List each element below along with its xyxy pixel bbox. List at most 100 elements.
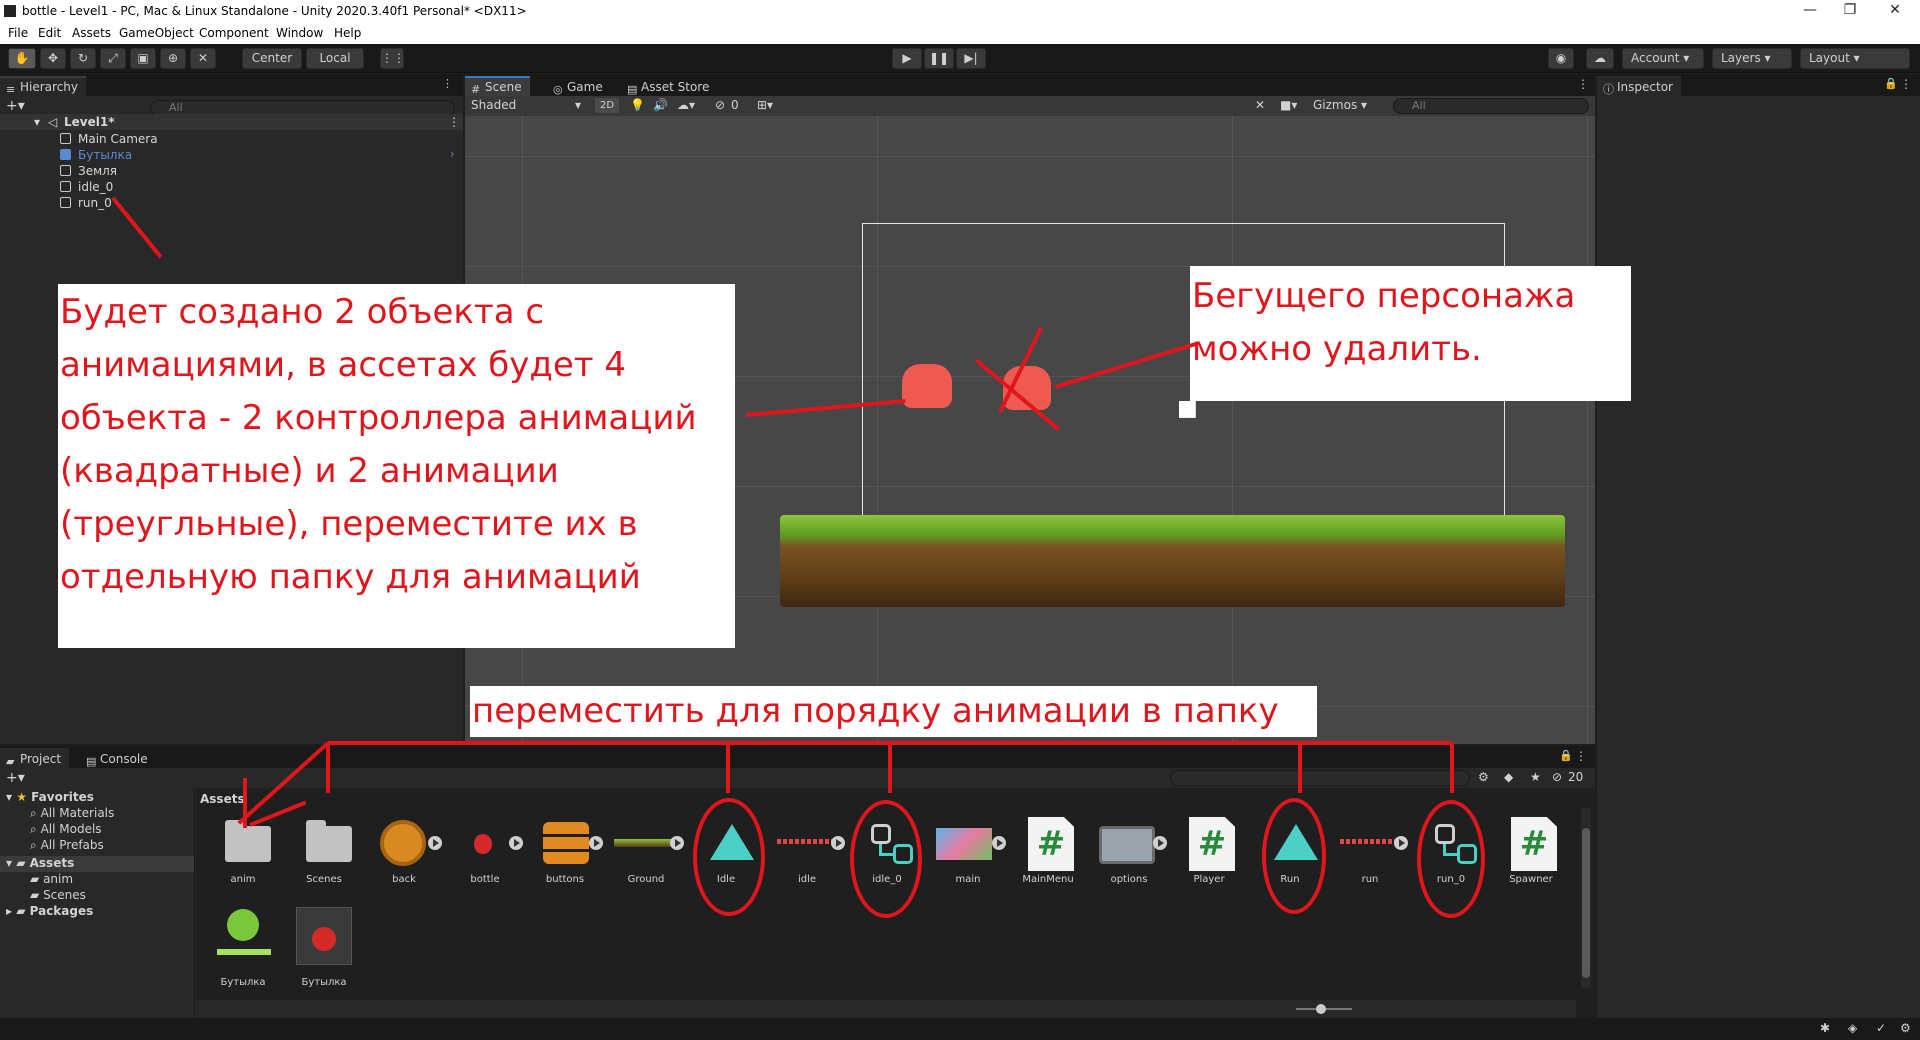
tab-asset-store[interactable]: ▤ Asset Store (621, 76, 717, 96)
rect-tool-icon[interactable]: ▣ (130, 48, 156, 69)
close-button[interactable]: ✕ (1880, 2, 1910, 18)
asset-bottle[interactable]: bottle (447, 812, 523, 902)
create-icon[interactable]: +▾ (6, 770, 25, 786)
scene-row[interactable]: ▾ ◁ Level1* ⋮ (0, 114, 463, 130)
asset-idle[interactable]: idle (769, 812, 845, 902)
tools-icon[interactable]: ✕ (1255, 98, 1265, 112)
account-dropdown[interactable]: Account ▾ (1622, 48, 1704, 69)
expand-icon[interactable] (509, 836, 523, 850)
hierarchy-item[interactable]: Main Camera (0, 131, 463, 147)
tab-inspector[interactable]: ⓘ Inspector (1597, 76, 1681, 96)
hierarchy-item[interactable]: idle_0 (0, 179, 463, 195)
lock-icon[interactable]: 🔒 (1884, 77, 1898, 90)
favorite-item[interactable]: ⌕ All Prefabs (30, 838, 104, 853)
check-icon[interactable]: ✓ (1876, 1021, 1886, 1035)
menu-edit[interactable]: Edit (38, 26, 61, 40)
rotate-tool-icon[interactable]: ↻ (70, 48, 96, 69)
custom-tool-icon[interactable]: ✕ (190, 48, 216, 69)
folder-item[interactable]: ▰ anim (30, 872, 73, 886)
menu-gameobject[interactable]: GameObject (119, 26, 194, 40)
shading-dropdown[interactable]: Shaded ▾ (467, 97, 585, 114)
project-search-input[interactable] (1170, 770, 1470, 786)
gizmos-dropdown[interactable]: Gizmos ▾ (1311, 97, 1381, 114)
transform-tool-icon[interactable]: ⊕ (160, 48, 186, 69)
asset-script-mainmenu[interactable]: # MainMenu (1010, 812, 1086, 902)
asset-script-player[interactable]: # Player (1171, 812, 1247, 902)
move-tool-icon[interactable]: ✥ (40, 48, 66, 69)
hierarchy-item[interactable]: Бутылка › (0, 147, 463, 163)
minimize-button[interactable]: — (1795, 2, 1825, 18)
play-button[interactable]: ▶ (892, 48, 922, 69)
asset-script-spawner[interactable]: # Spawner (1493, 812, 1569, 902)
hierarchy-item[interactable]: run_0 (0, 195, 463, 211)
menu-window[interactable]: Window (276, 26, 323, 40)
ground-sprite[interactable] (780, 515, 1565, 607)
zoom-slider-handle[interactable] (1316, 1004, 1326, 1014)
chevron-right-icon[interactable]: › (450, 147, 455, 161)
maximize-button[interactable]: ❐ (1835, 2, 1865, 18)
more-icon[interactable]: ⋮ (1900, 77, 1912, 91)
folder-item[interactable]: ▰ Scenes (30, 888, 86, 902)
more-icon[interactable]: ⋮ (1577, 77, 1589, 91)
asset-main[interactable]: main (930, 812, 1006, 902)
menu-help[interactable]: Help (334, 26, 361, 40)
filter-type-icon[interactable]: ⚙ (1478, 770, 1489, 784)
expand-icon[interactable] (1394, 836, 1408, 850)
assets-node[interactable]: ▾ ▰ Assets (0, 856, 194, 872)
step-button[interactable]: ▶| (956, 48, 986, 69)
asset-back[interactable]: back (366, 812, 442, 902)
light-icon[interactable]: 💡 (630, 98, 645, 112)
expand-icon[interactable] (428, 836, 442, 850)
hierarchy-item[interactable]: Земля (0, 163, 463, 179)
visibility-icon[interactable]: ⊘ (715, 98, 725, 112)
expand-icon[interactable] (1153, 836, 1167, 850)
audio-icon[interactable]: 🔊 (653, 98, 668, 112)
2d-toggle[interactable]: 2D (595, 98, 619, 113)
scene-search-input[interactable]: All (1393, 98, 1589, 114)
asset-prefab-bottle[interactable]: Бутылка (286, 905, 362, 997)
expand-icon[interactable] (831, 836, 845, 850)
asset-run[interactable]: run (1332, 812, 1408, 902)
layout-dropdown[interactable]: Layout ▾ (1800, 48, 1910, 69)
asset-physics-material[interactable]: Бутылка (205, 905, 281, 997)
grid-snap-icon[interactable]: ⋮⋮ (380, 48, 405, 69)
scale-tool-icon[interactable]: ⤢ (100, 48, 126, 69)
grid-toggle-icon[interactable]: ⊞▾ (757, 98, 773, 112)
menu-assets[interactable]: Assets (72, 26, 111, 40)
idle-character-sprite[interactable] (902, 364, 952, 408)
favorite-item[interactable]: ⌕ All Materials (30, 806, 114, 821)
pivot-local-button[interactable]: Local (306, 48, 364, 69)
effects-icon[interactable]: ☁▾ (677, 98, 695, 112)
lock-icon[interactable]: 🔒 (1559, 749, 1573, 762)
more-icon[interactable]: ⋮ (442, 77, 453, 90)
filter-label-icon[interactable]: ◆ (1504, 770, 1513, 784)
asset-ground[interactable]: Ground (608, 812, 684, 902)
menu-file[interactable]: File (8, 26, 28, 40)
favorites-node[interactable]: ▾ ★ Favorites (6, 790, 94, 804)
tab-project[interactable]: ▰ Project (0, 748, 70, 768)
tab-hierarchy[interactable]: ≡ Hierarchy (0, 76, 87, 96)
pause-button[interactable]: ❚❚ (924, 48, 954, 69)
camera-icon[interactable]: ■▾ (1280, 98, 1297, 112)
asset-options[interactable]: options (1091, 812, 1167, 902)
expand-icon[interactable] (589, 836, 603, 850)
scene-menu-icon[interactable]: ⋮ (448, 115, 460, 129)
asset-folder-scenes[interactable]: Scenes (286, 812, 362, 902)
scrollbar-thumb[interactable] (1582, 828, 1590, 978)
cloud-icon[interactable]: ☁ (1586, 48, 1614, 69)
menu-component[interactable]: Component (199, 26, 269, 40)
more-icon[interactable]: ⋮ (1575, 749, 1587, 763)
collab-icon[interactable]: ◉ (1548, 48, 1574, 69)
progress-icon[interactable]: ◈ (1848, 1021, 1857, 1035)
hidden-packages-icon[interactable]: ⊘ (1552, 770, 1562, 784)
layers-dropdown[interactable]: Layers ▾ (1712, 48, 1792, 69)
tab-console[interactable]: ▤ Console (80, 748, 156, 768)
favorite-item[interactable]: ⌕ All Models (30, 822, 102, 837)
expand-icon[interactable] (670, 836, 684, 850)
settings-icon[interactable]: ⚙ (1900, 1021, 1911, 1035)
scrollbar[interactable] (1581, 808, 1591, 988)
hand-tool-icon[interactable]: ✋ (8, 48, 36, 69)
tab-game[interactable]: ◎ Game (547, 76, 611, 96)
add-icon[interactable]: +▾ (6, 98, 25, 114)
expand-icon[interactable] (992, 836, 1006, 850)
